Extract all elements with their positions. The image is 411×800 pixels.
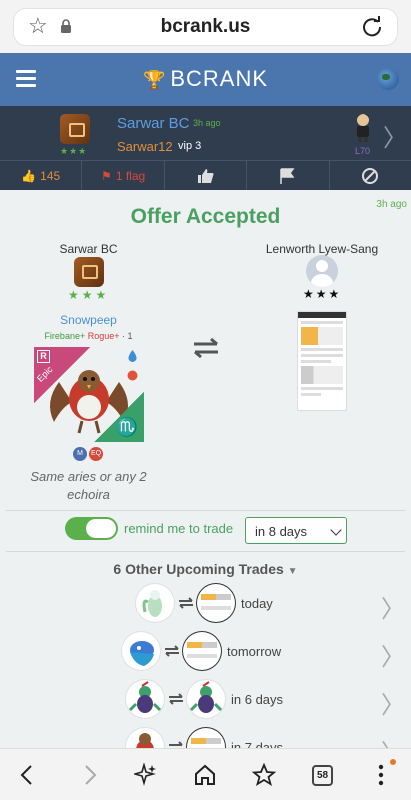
monster-name[interactable]: Snowpeep: [0, 313, 177, 327]
trophy-icon: 🏆: [142, 70, 167, 90]
app-header: 🏆 BCRANK: [0, 53, 411, 106]
action-bar: 👍 145 ⚑ 1 flag: [0, 160, 411, 190]
chevron-right-icon[interactable]: 〉: [381, 685, 405, 720]
block-icon: [362, 167, 379, 184]
swap-arrows-icon: [165, 645, 179, 657]
remind-label: remind me to trade: [124, 521, 234, 536]
swap-arrows-icon: [194, 337, 218, 359]
app-logo[interactable]: 🏆 BCRANK: [0, 66, 411, 92]
block-button[interactable]: [330, 161, 411, 190]
like-button[interactable]: [165, 161, 248, 190]
trade-when: tomorrow: [227, 644, 282, 659]
sparkle-icon[interactable]: [134, 763, 158, 787]
monster-badges: M EQ: [73, 447, 103, 461]
swap-arrows-icon: [179, 597, 193, 609]
party-right-stars: ★★★: [303, 287, 342, 301]
trade-monster-avatar: [136, 584, 174, 622]
reload-icon[interactable]: [361, 16, 383, 38]
monster-skill-count: · 1: [122, 331, 133, 341]
element-icons: [127, 350, 144, 386]
party-left-stars: ★★★: [68, 288, 110, 302]
reminder-row: remind me to trade in 8 days: [0, 517, 411, 545]
swap-arrows-icon: [169, 693, 183, 705]
chevron-right-icon[interactable]: 〉: [381, 637, 405, 672]
trade-monster-avatar: [187, 680, 225, 718]
more-menu-icon[interactable]: [378, 763, 384, 787]
chevron-down-icon: [330, 524, 342, 536]
trade-when: today: [241, 596, 273, 611]
flags-button[interactable]: ⚑ 1 flag: [82, 161, 165, 190]
trade-row[interactable]: today 〉: [0, 584, 411, 628]
monster-card[interactable]: Epic R ♏: [34, 347, 144, 442]
divider: [6, 551, 405, 552]
trade-screenshot-avatar: [197, 584, 235, 622]
trade-row[interactable]: in 6 days 〉: [0, 680, 411, 724]
party-left-avatar[interactable]: [74, 257, 104, 287]
likes-button[interactable]: 👍 145: [0, 161, 83, 190]
party-left-name-wrap: Sarwar BC: [0, 240, 177, 258]
url-field[interactable]: ☆ bcrank.us: [14, 9, 397, 45]
scorpio-sign-icon: ♏: [115, 417, 138, 437]
user-post-time: 3h ago: [193, 118, 221, 128]
monster-skill-2: Rogue+: [87, 331, 120, 341]
water-element-icon: [128, 350, 137, 362]
offer-note: Same aries or any 2 echoira: [30, 469, 147, 502]
user-avatar[interactable]: [60, 114, 90, 144]
caret-down-icon: ▼: [287, 566, 298, 577]
trade-monster-avatar: [122, 632, 160, 670]
party-right-avatar[interactable]: [306, 255, 338, 287]
browser-bottom-nav: 58: [0, 748, 411, 800]
party-right-name[interactable]: Lenworth Lyew-Sang: [266, 242, 378, 256]
player-character-icon: [357, 114, 369, 142]
badge-m: M: [73, 447, 87, 461]
likes-count: 145: [40, 168, 61, 183]
user-game-name: Sarwar12: [117, 139, 173, 154]
app-logo-text: BCRANK: [170, 66, 269, 91]
remind-days-value: in 8 days: [255, 524, 308, 539]
user-name[interactable]: Sarwar BC: [117, 115, 190, 132]
divider: [6, 510, 405, 511]
chevron-right-icon[interactable]: 〉: [383, 118, 407, 153]
trade-when: in 6 days: [231, 692, 284, 707]
trade-screenshot-thumbnail[interactable]: [297, 311, 347, 411]
bookmarks-star-icon[interactable]: [252, 763, 276, 787]
monster-skill-1: Firebane+: [44, 331, 86, 341]
back-icon[interactable]: [16, 763, 40, 787]
chevron-right-icon[interactable]: 〉: [381, 589, 405, 624]
player-level: L70: [355, 146, 371, 156]
browser-address-bar: ☆ bcrank.us: [0, 0, 411, 53]
tabs-button[interactable]: 58: [312, 765, 333, 786]
thumbs-up-icon: 👍: [21, 168, 37, 183]
offer-user-bar[interactable]: ★★★ Sarwar BC 3h ago Sarwar12 vip 3 L70 …: [0, 106, 411, 160]
trade-monster-avatar: [126, 680, 164, 718]
home-icon[interactable]: [193, 763, 217, 787]
fire-element-icon: [127, 370, 138, 381]
url-text: bcrank.us: [160, 16, 251, 37]
monster-skills: Firebane+ Rogue+ · 1: [0, 331, 177, 341]
globe-icon[interactable]: [377, 68, 399, 90]
upcoming-trades-title: 6 Other Upcoming Trades: [113, 561, 284, 577]
remind-days-select[interactable]: in 8 days: [245, 517, 347, 544]
party-left-name[interactable]: Sarwar BC: [59, 242, 117, 256]
flag-button[interactable]: [247, 161, 330, 190]
offer-title: Offer Accepted: [130, 205, 281, 228]
notification-dot: [390, 759, 396, 765]
trade-row[interactable]: tomorrow 〉: [0, 632, 411, 676]
flag-outline-icon: [280, 167, 295, 184]
remind-toggle[interactable]: [65, 517, 118, 540]
user-stars: ★★★: [60, 146, 88, 156]
user-vip: vip 3: [178, 140, 202, 152]
upcoming-trades-header[interactable]: 6 Other Upcoming Trades ▼: [0, 561, 411, 577]
badge-eq: EQ: [89, 447, 103, 461]
trade-screenshot-avatar: [183, 632, 221, 670]
thumbs-up-outline-icon: [197, 168, 214, 183]
forward-icon[interactable]: [77, 763, 101, 787]
flag-icon: ⚑: [101, 168, 112, 183]
flags-count: 1 flag: [115, 168, 146, 183]
